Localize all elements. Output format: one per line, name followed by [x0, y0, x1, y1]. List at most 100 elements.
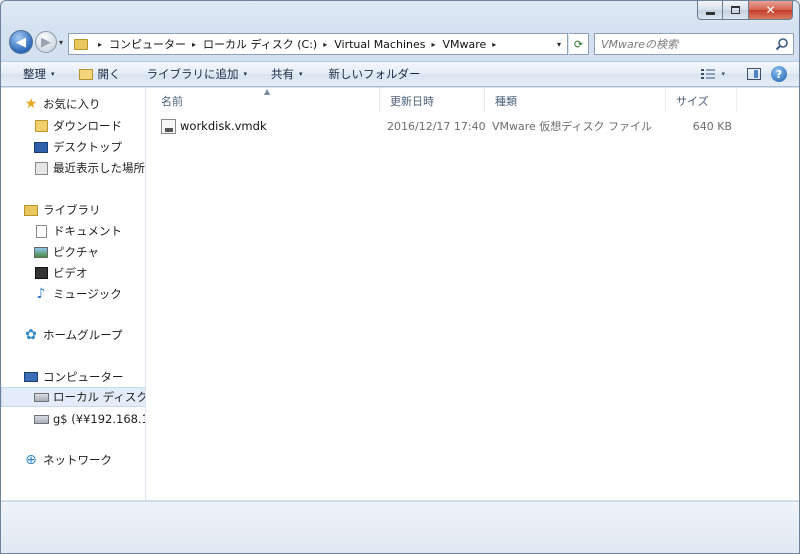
explorer-window: ✕ ◀ ▶ ▾ ▸ コンピューター ▸ ローカル ディスク (C:) ▸ Vir…: [0, 0, 800, 554]
column-size[interactable]: サイズ: [666, 88, 737, 113]
nav-local-disk[interactable]: ローカル ディスク (: [1, 387, 145, 407]
file-name: workdisk.vmdk: [180, 119, 267, 133]
search-icon[interactable]: [775, 37, 789, 51]
file-modified: 2016/12/17 17:40: [387, 119, 486, 133]
breadcrumb-separator-icon[interactable]: ▸: [492, 40, 496, 49]
address-bar[interactable]: ▸ コンピューター ▸ ローカル ディスク (C:) ▸ Virtual Mac…: [68, 33, 568, 55]
downloads-folder-icon: [34, 120, 48, 132]
open-label: 開く: [97, 67, 121, 81]
search-box[interactable]: [594, 33, 794, 55]
nav-music-label: ミュージック: [53, 287, 122, 301]
help-button[interactable]: ?: [771, 66, 787, 82]
command-bar: 整理 ▾ 開く ライブラリに追加 ▾ 共有 ▾ 新しいフォルダー ▾ ?: [1, 61, 799, 87]
nav-videos-label: ビデオ: [53, 266, 88, 280]
preview-pane-button[interactable]: [747, 68, 761, 80]
nav-network[interactable]: ⊕ ネットワーク: [1, 450, 145, 470]
file-name-cell: workdisk.vmdk: [161, 116, 267, 136]
nav-recent-places[interactable]: 最近表示した場所: [1, 158, 145, 178]
column-type[interactable]: 種類: [485, 88, 666, 113]
chevron-down-icon: ▾: [299, 70, 303, 78]
chevron-down-icon: ▾: [243, 70, 248, 78]
nav-network-drive-label: g$ (¥¥192.168.101: [53, 412, 145, 426]
column-name[interactable]: 名前: [151, 88, 380, 113]
nav-network-label: ネットワーク: [43, 453, 112, 467]
nav-favorites-label: お気に入り: [43, 97, 101, 111]
nav-homegroup[interactable]: ✿ ホームグループ: [1, 325, 145, 345]
nav-videos[interactable]: ビデオ: [1, 263, 145, 283]
open-button[interactable]: 開く: [71, 63, 129, 85]
star-icon: ★: [24, 96, 38, 112]
refresh-button[interactable]: ⟳: [569, 33, 589, 55]
video-icon: [34, 267, 48, 279]
nav-recent-places-label: 最近表示した場所: [53, 161, 145, 175]
breadcrumb-separator-icon[interactable]: ▸: [323, 40, 327, 49]
nav-desktop[interactable]: デスクトップ: [1, 137, 145, 157]
content-area: ★ お気に入り ダウンロード デスクトップ 最近表示した場所 ライブラリ ドキュ…: [1, 87, 799, 501]
nav-libraries-label: ライブラリ: [43, 203, 101, 217]
column-header: ▲ 名前 更新日時 種類 サイズ: [147, 87, 799, 113]
breadcrumb-separator-icon[interactable]: ▸: [192, 40, 196, 49]
details-view-icon: [701, 68, 716, 79]
nav-desktop-label: デスクトップ: [53, 140, 122, 154]
close-button[interactable]: ✕: [749, 1, 793, 20]
breadcrumb-computer[interactable]: コンピューター: [109, 36, 186, 52]
share-label: 共有: [271, 67, 295, 81]
close-icon: ✕: [765, 3, 776, 17]
folder-icon: [74, 38, 88, 50]
maximize-button[interactable]: [723, 1, 749, 20]
nav-computer[interactable]: コンピューター: [1, 367, 145, 387]
file-type: VMware 仮想ディスク ファイル: [492, 120, 653, 133]
breadcrumb-separator-icon[interactable]: ▸: [98, 40, 102, 49]
forward-button[interactable]: ▶: [35, 31, 57, 53]
caption-buttons: ✕: [697, 1, 793, 20]
organize-button[interactable]: 整理 ▾: [15, 63, 63, 85]
file-list: ▲ 名前 更新日時 種類 サイズ workdisk.vmdk 2016/12/1…: [147, 87, 799, 500]
add-to-library-button[interactable]: ライブラリに追加 ▾: [139, 63, 256, 85]
new-folder-label: 新しいフォルダー: [328, 67, 421, 81]
nav-network-drive[interactable]: g$ (¥¥192.168.101: [1, 409, 145, 429]
change-view-button[interactable]: ▾: [695, 68, 731, 80]
navigation-pane: ★ お気に入り ダウンロード デスクトップ 最近表示した場所 ライブラリ ドキュ…: [1, 88, 146, 500]
network-icon: ⊕: [25, 452, 37, 468]
column-name-label: 名前: [161, 94, 183, 108]
share-button[interactable]: 共有 ▾: [263, 63, 311, 85]
nav-music[interactable]: ♪ ミュージック: [1, 284, 145, 304]
minimize-button[interactable]: [697, 1, 723, 20]
music-note-icon: ♪: [36, 286, 46, 302]
nav-pictures-label: ピクチャ: [53, 245, 99, 259]
desktop-icon: [34, 141, 48, 153]
nav-favorites[interactable]: ★ お気に入り: [1, 94, 145, 114]
breadcrumb-separator-icon[interactable]: ▸: [431, 40, 435, 49]
file-row[interactable]: workdisk.vmdk 2016/12/17 17:40 VMware 仮想…: [157, 116, 742, 136]
back-arrow-icon: ◀: [16, 34, 26, 50]
forward-arrow-icon: ▶: [41, 34, 51, 50]
network-drive-icon: [33, 414, 49, 424]
breadcrumb-vmware[interactable]: VMware: [442, 38, 486, 51]
nav-pictures[interactable]: ピクチャ: [1, 242, 145, 262]
new-folder-button[interactable]: 新しいフォルダー: [321, 63, 429, 85]
address-dropdown-button[interactable]: ▾: [551, 34, 567, 54]
open-icon: [78, 68, 93, 80]
local-disk-icon: [33, 392, 49, 402]
nav-documents[interactable]: ドキュメント: [1, 221, 145, 241]
column-modified[interactable]: 更新日時: [380, 88, 485, 113]
nav-downloads-label: ダウンロード: [53, 119, 122, 133]
vmdk-file-icon: [161, 118, 176, 134]
column-type-label: 種類: [495, 94, 517, 108]
nav-homegroup-label: ホームグループ: [43, 328, 123, 342]
organize-label: 整理: [23, 67, 46, 81]
recent-pages-button[interactable]: ▾: [59, 38, 63, 47]
breadcrumb-virtual-machines[interactable]: Virtual Machines: [334, 38, 425, 51]
back-button[interactable]: ◀: [9, 30, 33, 54]
breadcrumb: ▸ コンピューター ▸ ローカル ディスク (C:) ▸ Virtual Mac…: [92, 36, 503, 52]
nav-libraries[interactable]: ライブラリ: [1, 200, 145, 220]
nav-downloads[interactable]: ダウンロード: [1, 116, 145, 136]
minimize-icon: [705, 11, 715, 15]
refresh-icon: ⟳: [573, 37, 584, 51]
breadcrumb-local-disk[interactable]: ローカル ディスク (C:): [203, 36, 317, 52]
file-size: 640 KB: [692, 119, 732, 133]
chevron-down-icon: ▾: [721, 70, 725, 78]
homegroup-icon: ✿: [25, 327, 37, 343]
search-input[interactable]: [595, 34, 770, 54]
library-icon: [24, 204, 38, 216]
